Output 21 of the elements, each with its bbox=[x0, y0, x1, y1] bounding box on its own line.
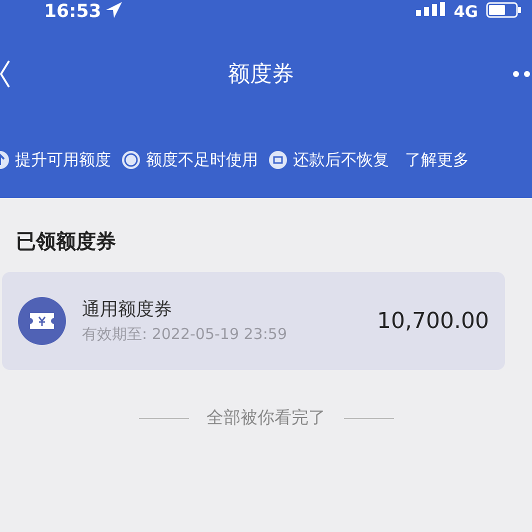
status-time: 16:53 bbox=[44, 2, 102, 22]
back-icon[interactable] bbox=[0, 60, 10, 88]
learn-more-link[interactable]: 了解更多 bbox=[405, 148, 469, 172]
signal-icon bbox=[416, 2, 446, 16]
feature-label: 还款后不恢复 bbox=[293, 149, 389, 171]
page-title: 额度券 bbox=[228, 60, 294, 88]
coupon-card[interactable]: 通用额度券 有效期至: 2022-05-19 23:59 10,700.00 bbox=[2, 272, 505, 370]
coupon-name: 通用额度券 bbox=[82, 298, 173, 322]
network-label: 4G bbox=[454, 2, 478, 22]
end-of-list-text: 全部被你看完了 bbox=[206, 407, 326, 430]
section-title: 已领额度券 bbox=[16, 228, 117, 255]
coin-icon bbox=[121, 150, 141, 170]
more-icon[interactable] bbox=[512, 70, 532, 78]
coupon-expiry: 有效期至: 2022-05-19 23:59 bbox=[82, 324, 288, 346]
feature-label: 额度不足时使用 bbox=[146, 149, 258, 171]
coupon-amount: 10,700.00 bbox=[377, 308, 489, 336]
location-arrow-icon bbox=[105, 2, 124, 18]
ticket-icon bbox=[18, 297, 66, 345]
battery-icon bbox=[486, 2, 522, 18]
feature-label: 提升可用额度 bbox=[15, 149, 111, 171]
card-icon bbox=[268, 150, 288, 170]
